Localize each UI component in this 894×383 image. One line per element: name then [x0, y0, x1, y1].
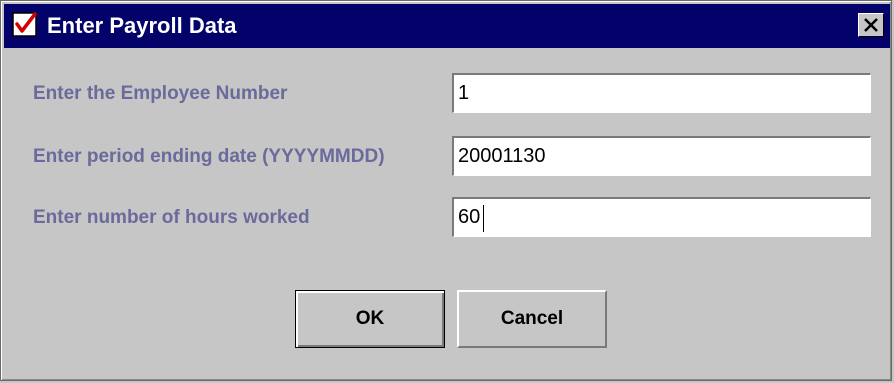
close-x-icon	[864, 18, 878, 32]
ok-button[interactable]: OK	[295, 290, 445, 348]
cancel-button[interactable]: Cancel	[457, 290, 607, 348]
window-title: Enter Payroll Data	[47, 13, 237, 38]
payroll-dialog: Enter Payroll Data Enter the Employee Nu…	[0, 0, 892, 381]
title-bar[interactable]: Enter Payroll Data	[4, 4, 890, 48]
hours-worked-input[interactable]	[452, 197, 871, 237]
period-ending-date-label: Enter period ending date (YYYYMMDD)	[33, 146, 385, 167]
period-ending-date-input[interactable]	[452, 136, 871, 176]
close-button[interactable]	[858, 13, 884, 37]
checkbox-check-icon	[12, 12, 38, 38]
hours-worked-label: Enter number of hours worked	[33, 207, 310, 228]
text-caret	[483, 205, 484, 232]
employee-number-input[interactable]	[452, 73, 871, 113]
employee-number-label: Enter the Employee Number	[33, 83, 288, 104]
